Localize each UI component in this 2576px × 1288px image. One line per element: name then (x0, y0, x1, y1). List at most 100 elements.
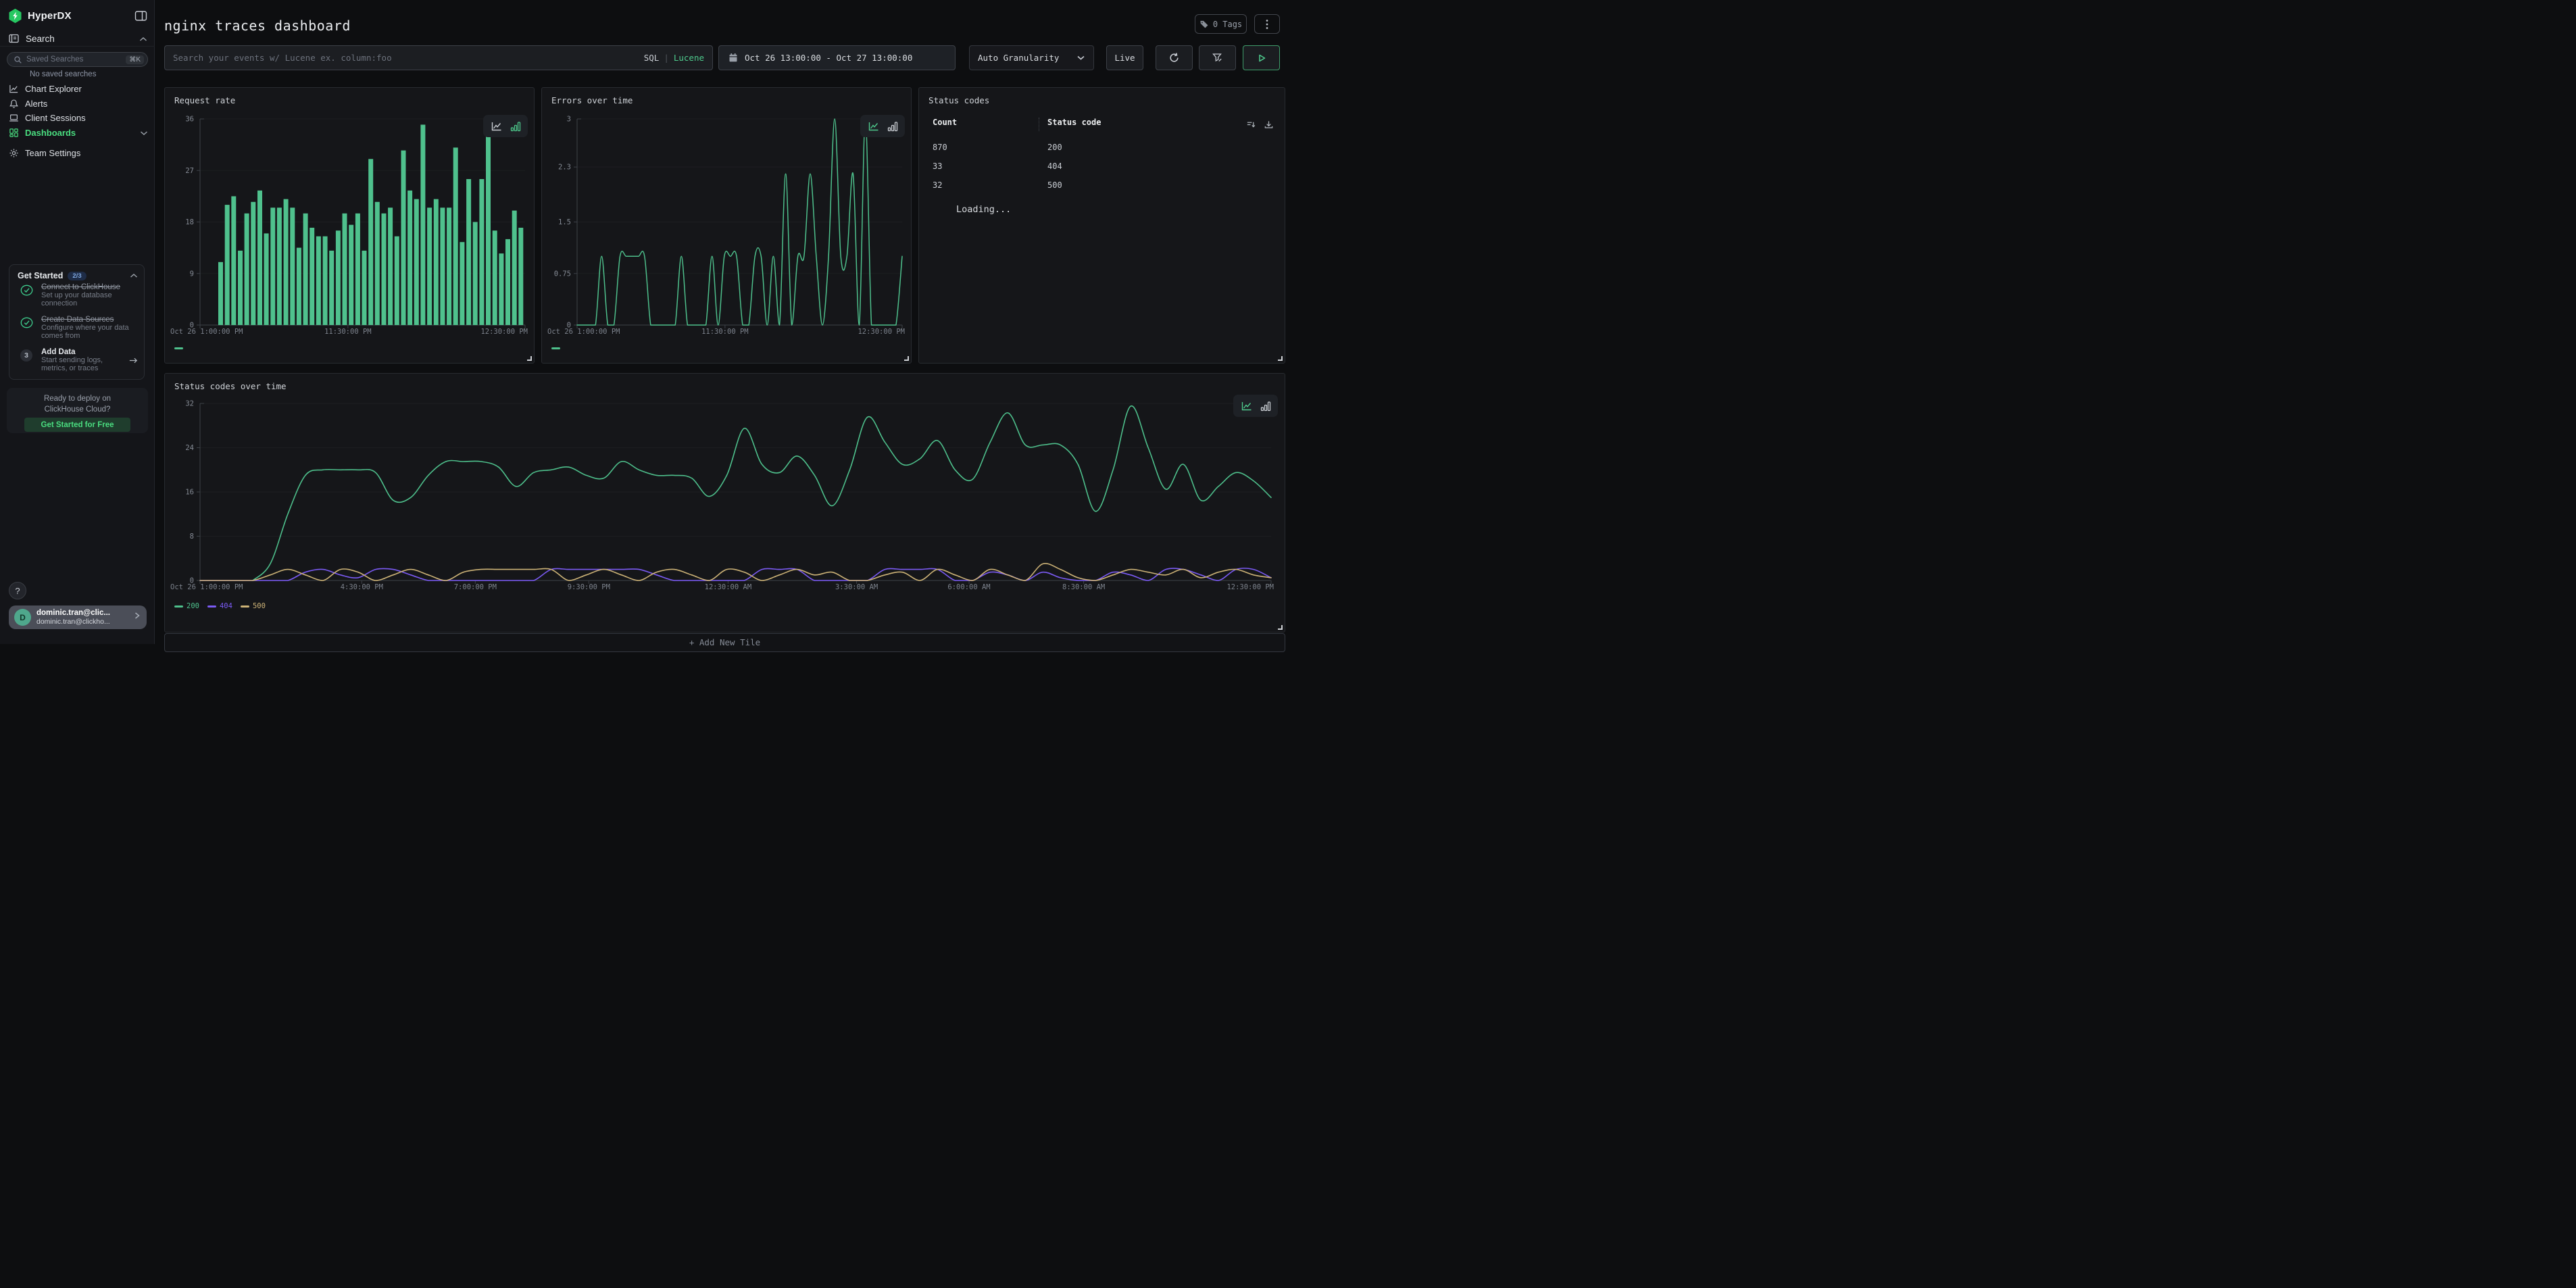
sidebar-item-alerts[interactable]: Alerts (0, 97, 155, 112)
bar-chart-toggle-icon[interactable] (1260, 401, 1271, 412)
panel-status-codes-over-time: Status codes over time 08162432Oct 26 1:… (164, 373, 1285, 633)
get-started-step-3[interactable]: 3 Add Data Start sending logs, metrics, … (16, 349, 139, 372)
chevron-down-icon[interactable] (140, 128, 148, 138)
request-rate-chart[interactable]: 09182736Oct 26 1:00:00 PM11:30:00 PM12:3… (165, 88, 535, 364)
legend-dash (207, 605, 216, 608)
svg-text:12:30:00 AM: 12:30:00 AM (705, 583, 752, 591)
chart-type-toggle (860, 115, 905, 137)
granularity-select[interactable]: Auto Granularity (969, 45, 1094, 70)
bell-icon (9, 99, 19, 109)
language-sql-toggle[interactable]: SQL (644, 53, 660, 63)
legend-entry[interactable] (551, 347, 560, 349)
user-menu[interactable]: D dominic.tran@clic... dominic.tran@clic… (9, 605, 147, 629)
download-icon[interactable] (1264, 120, 1274, 130)
add-new-tile-button[interactable]: + Add New Tile (164, 633, 1285, 652)
main-content: nginx traces dashboard 0 Tags Search you… (155, 0, 1288, 644)
app: HyperDX Search Saved Searches ⌘K No save… (0, 0, 1288, 644)
filter-edit-icon (1212, 52, 1223, 64)
column-header-status-code[interactable]: Status code (1047, 118, 1101, 127)
panel-title: Status codes (928, 95, 989, 105)
chevron-right-icon (132, 611, 141, 624)
chart-type-toggle (1233, 395, 1278, 417)
refresh-button[interactable] (1156, 45, 1193, 70)
svg-text:11:30:00 PM: 11:30:00 PM (324, 328, 372, 336)
legend-entry-200[interactable]: 200 (174, 602, 199, 610)
brand-name: HyperDX (28, 10, 72, 22)
more-options-button[interactable] (1254, 14, 1280, 34)
chevron-down-icon (1076, 53, 1085, 63)
get-started-step-2[interactable]: Create Data Sources Configure where your… (16, 316, 139, 340)
sidebar-item-chart-explorer[interactable]: Chart Explorer (0, 82, 155, 97)
column-header-count[interactable]: Count (933, 118, 957, 127)
user-name: dominic.tran@clic... (36, 609, 110, 618)
table-cell-status: 500 (1047, 180, 1062, 190)
nav-label: Alerts (25, 99, 47, 109)
chevron-up-icon[interactable] (139, 34, 147, 44)
legend-dash (241, 605, 249, 608)
panel-resize-handle[interactable] (904, 356, 909, 361)
legend-dash (551, 347, 560, 349)
svg-text:3: 3 (567, 116, 571, 124)
granularity-value: Auto Granularity (978, 53, 1059, 63)
svg-text:4:30:00 PM: 4:30:00 PM (341, 583, 383, 591)
chevron-up-icon[interactable] (130, 270, 138, 282)
search-section-label: Search (26, 34, 55, 44)
status-codes-over-time-chart[interactable]: 08162432Oct 26 1:00:00 PM4:30:00 PM7:00:… (165, 374, 1286, 633)
tags-button[interactable]: 0 Tags (1195, 14, 1247, 34)
legend-label: 500 (253, 602, 266, 610)
bar-chart-toggle-icon[interactable] (887, 121, 898, 132)
search-icon (14, 55, 22, 64)
filter-button[interactable] (1199, 45, 1236, 70)
sidebar-item-search[interactable]: Search (8, 31, 147, 46)
svg-text:9: 9 (190, 270, 194, 278)
step-subtitle: Set up your database connection (41, 292, 139, 308)
table-cell-status: 404 (1047, 162, 1062, 171)
panel-errors-over-time: Errors over time 00.751.52.33Oct 26 1:00… (541, 87, 912, 364)
event-search-input[interactable]: Search your events w/ Lucene ex. column:… (164, 45, 713, 70)
svg-text:32: 32 (185, 400, 194, 408)
get-started-free-button[interactable]: Get Started for Free (24, 418, 130, 432)
help-button[interactable]: ? (9, 582, 26, 599)
hyperdx-logo-icon (8, 9, 22, 23)
date-range-picker[interactable]: Oct 26 13:00:00 - Oct 27 13:00:00 (718, 45, 956, 70)
line-chart-toggle-icon[interactable] (867, 121, 881, 132)
chart-legend (174, 347, 183, 349)
sort-icon[interactable] (1246, 120, 1256, 130)
errors-over-time-chart[interactable]: 00.751.52.33Oct 26 1:00:00 PM11:30:00 PM… (542, 88, 912, 364)
sidebar-item-team-settings[interactable]: Team Settings (0, 146, 155, 161)
sidebar-item-client-sessions[interactable]: Client Sessions (0, 111, 155, 126)
bar-chart-toggle-icon[interactable] (510, 121, 521, 132)
saved-searches-input[interactable]: Saved Searches ⌘K (7, 52, 148, 67)
chart-legend (551, 347, 560, 349)
event-search-placeholder: Search your events w/ Lucene ex. column:… (173, 53, 644, 63)
line-chart-toggle-icon[interactable] (1240, 401, 1254, 412)
language-lucene-toggle[interactable]: Lucene (674, 53, 704, 63)
arrow-right-icon[interactable] (128, 349, 139, 372)
live-button[interactable]: Live (1106, 45, 1143, 70)
legend-entry[interactable] (174, 347, 183, 349)
nav-label: Client Sessions (25, 113, 86, 123)
language-divider: | (664, 53, 669, 63)
logo-row: HyperDX (8, 7, 147, 24)
run-query-button[interactable] (1243, 45, 1280, 70)
panel-resize-handle[interactable] (527, 356, 532, 361)
sidebar-collapse-icon[interactable] (134, 10, 147, 22)
get-started-title: Get Started (18, 271, 63, 280)
refresh-icon (1168, 52, 1180, 64)
table-cell-count: 33 (933, 162, 942, 171)
legend-entry-500[interactable]: 500 (241, 602, 266, 610)
line-chart-toggle-icon[interactable] (490, 121, 503, 132)
sidebar-item-dashboards[interactable]: Dashboards (0, 126, 155, 141)
no-saved-searches-label: No saved searches (30, 70, 96, 78)
svg-text:18: 18 (185, 218, 194, 226)
panel-resize-handle[interactable] (1278, 356, 1283, 361)
sidebar-nav: Chart Explorer Alerts Client Sessions Da… (0, 82, 155, 161)
legend-entry-404[interactable]: 404 (207, 602, 232, 610)
panel-resize-handle[interactable] (1278, 625, 1283, 630)
panel-request-rate: Request rate 09182736Oct 26 1:00:00 PM11… (164, 87, 535, 364)
kebab-menu-icon (1266, 19, 1268, 30)
line-chart-icon (9, 84, 19, 94)
saved-searches-placeholder: Saved Searches (26, 55, 122, 64)
get-started-step-1[interactable]: Connect to ClickHouse Set up your databa… (16, 284, 139, 307)
nav-label: Dashboards (25, 128, 76, 138)
